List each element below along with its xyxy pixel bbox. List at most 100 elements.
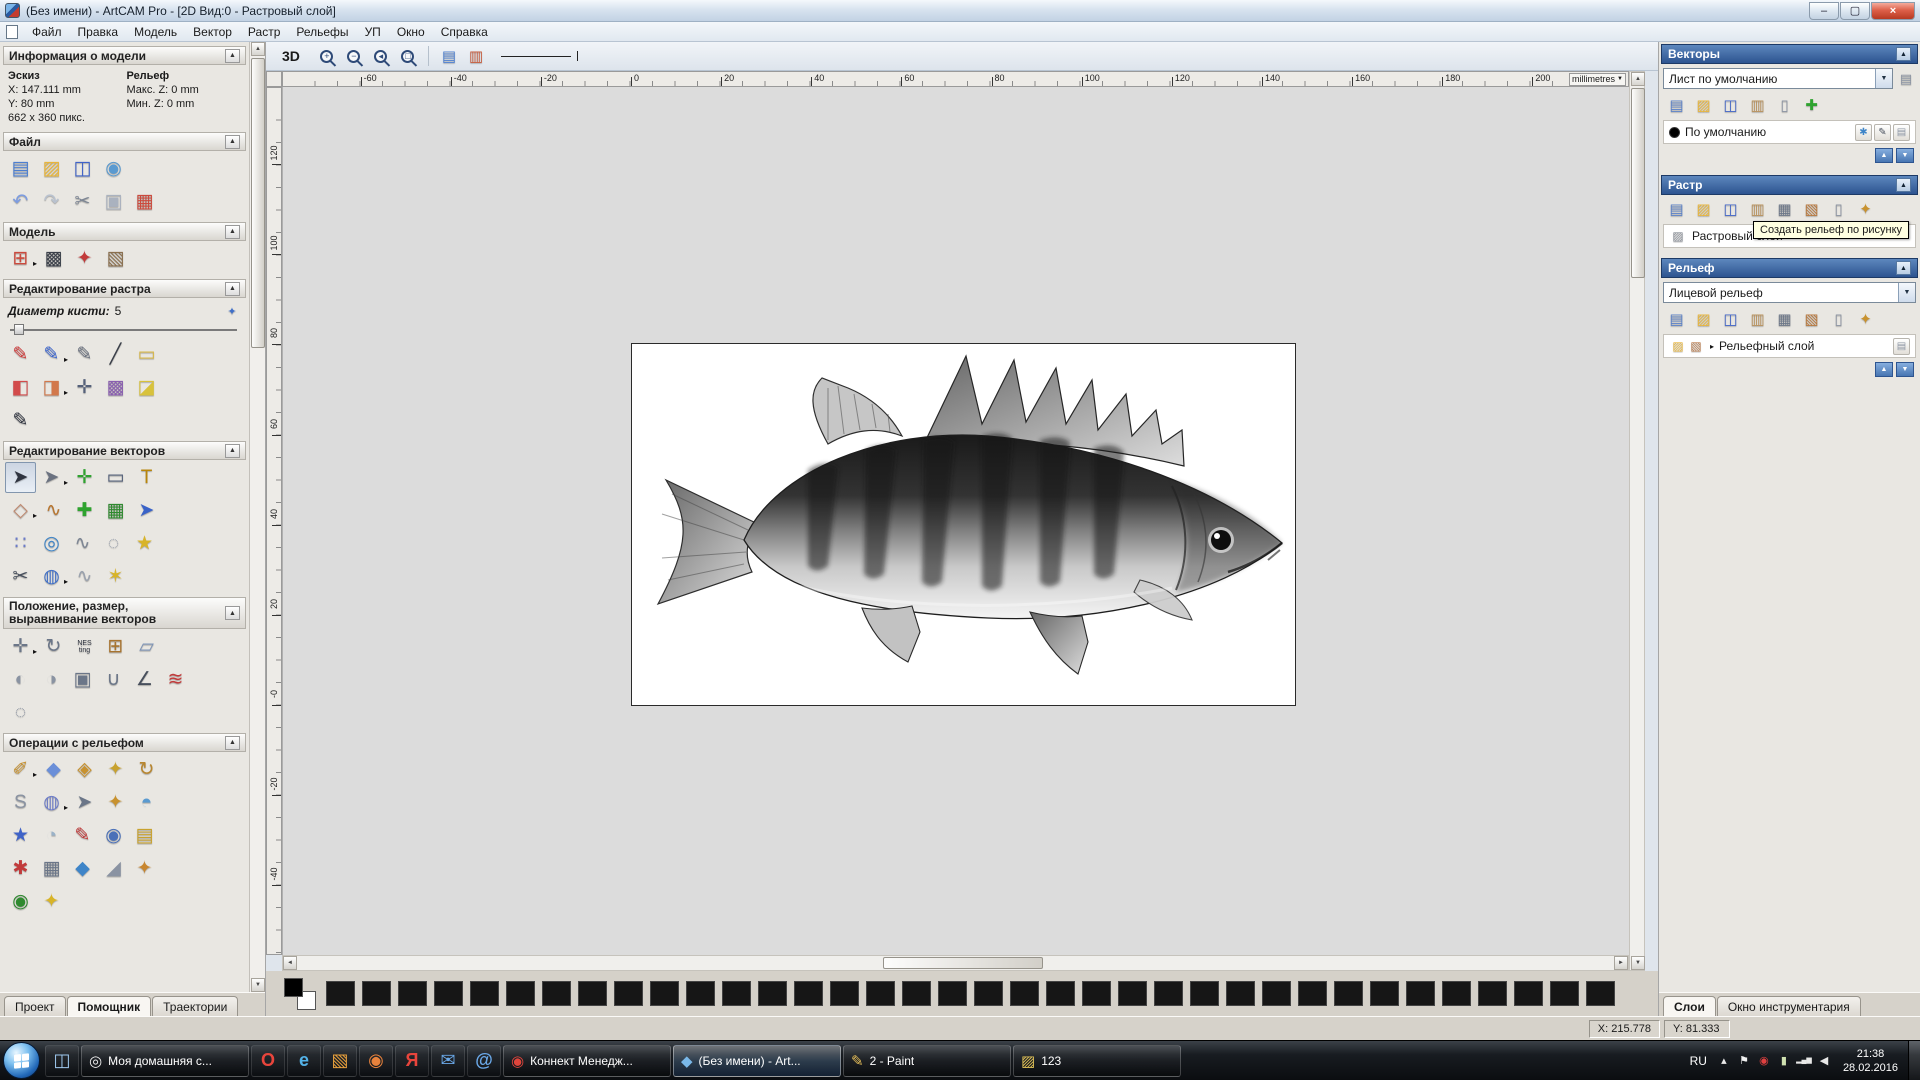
create-dot-pattern-icon[interactable]: ∷: [5, 528, 36, 559]
clock[interactable]: 21:38 28.02.2016: [1833, 1047, 1908, 1075]
document-icon[interactable]: [6, 25, 18, 39]
taskbar-pinned-explorer-icon[interactable]: ◫: [45, 1045, 79, 1077]
task-opera-home[interactable]: ◎Моя домашняя с...: [81, 1045, 249, 1077]
freehand-draw-icon[interactable]: ✎: [5, 405, 36, 436]
palette-swatch-30[interactable]: [1406, 981, 1435, 1006]
erase-icon[interactable]: ▭: [131, 339, 162, 370]
raster-collapse-button[interactable]: ▲: [1896, 178, 1911, 192]
two-rail-sweep-icon[interactable]: ✦: [100, 787, 131, 818]
palette-swatch-5[interactable]: [506, 981, 535, 1006]
model-info-collapse-button[interactable]: ▲: [225, 49, 240, 63]
relief-layer-expand-arrow[interactable]: ▸: [1710, 342, 1714, 351]
texture-relief-icon[interactable]: ◍: [36, 787, 67, 818]
relief-thumbnail-icon[interactable]: ▧: [1687, 337, 1705, 355]
merge-visible-icon[interactable]: ▦: [1771, 196, 1798, 222]
palette-swatch-16[interactable]: [902, 981, 931, 1006]
snap-layer-icon[interactable]: ✱: [1855, 124, 1872, 141]
palette-swatch-24[interactable]: [1190, 981, 1219, 1006]
taskbar-pinned-yandex-icon[interactable]: Я: [395, 1045, 429, 1077]
paint-icon[interactable]: ✎: [5, 339, 36, 370]
save-relief-layer-icon[interactable]: ◫: [1717, 306, 1744, 332]
new-raster-layer-icon[interactable]: ▤: [1663, 196, 1690, 222]
draw-icon[interactable]: ✎: [69, 339, 100, 370]
chevron-down-icon[interactable]: ▼: [1875, 69, 1892, 88]
drawing-canvas[interactable]: [282, 87, 1629, 955]
create-polyline-icon[interactable]: ∿: [38, 495, 69, 526]
palette-swatch-4[interactable]: [470, 981, 499, 1006]
scroll-down-icon[interactable]: ▼: [1631, 956, 1645, 970]
antivirus-icon[interactable]: ◉: [1755, 1052, 1773, 1070]
create-rectangle-icon[interactable]: ▭: [100, 462, 131, 493]
brush-shape-icon[interactable]: ✦: [223, 302, 241, 320]
delete-relief-layer-icon[interactable]: ▯: [1825, 306, 1852, 332]
menu-item-7[interactable]: Окно: [389, 23, 433, 41]
greyscale-preview-icon[interactable]: ▩: [38, 243, 69, 274]
delete-sheet-icon[interactable]: ▯: [1771, 92, 1798, 118]
palette-swatch-20[interactable]: [1046, 981, 1075, 1006]
cut-icon[interactable]: ✂: [67, 186, 98, 217]
zoom-out-icon[interactable]: −: [342, 44, 366, 68]
snap-grid-icon[interactable]: ▤: [437, 44, 461, 68]
relief-collapse-button[interactable]: ▲: [1896, 261, 1911, 275]
zoom-in-icon[interactable]: +: [315, 44, 339, 68]
emboss-wrap-icon[interactable]: ◓: [131, 787, 162, 818]
menu-item-8[interactable]: Справка: [433, 23, 496, 41]
join-vectors-icon[interactable]: ∪: [98, 664, 129, 695]
sheet-options-icon[interactable]: ▤: [1896, 69, 1916, 89]
relief-folder-icon[interactable]: ▨: [1669, 337, 1687, 355]
scroll-left-icon[interactable]: ◄: [283, 956, 297, 970]
undo-icon[interactable]: ↶: [5, 186, 36, 217]
vector-sheet-select[interactable]: Лист по умолчанию ▼: [1663, 68, 1893, 89]
flood-fill-visible-icon[interactable]: ◨: [36, 372, 67, 403]
relief-layer-options-icon[interactable]: ▤: [1893, 338, 1910, 355]
position-collapse-button[interactable]: ▲: [225, 606, 240, 620]
nesting-icon[interactable]: NES ting: [69, 631, 100, 662]
taskbar-pinned-mailru-agent-icon[interactable]: @: [467, 1045, 501, 1077]
magic-wand-icon[interactable]: ★: [129, 528, 160, 559]
vector-doctor-icon[interactable]: ➤: [131, 495, 162, 526]
measure-icon[interactable]: ∠: [129, 664, 160, 695]
units-selector[interactable]: millimetres ▼: [1569, 73, 1626, 86]
create-ellipse-icon[interactable]: ◇: [5, 495, 36, 526]
raster-layer-thumbnail-icon[interactable]: ▨: [1669, 227, 1687, 245]
open-relief-layer-icon[interactable]: ▨: [1690, 306, 1717, 332]
dome-relief-icon[interactable]: ◔: [36, 820, 67, 851]
merge-sheets-icon[interactable]: ▥: [1744, 92, 1771, 118]
merge-relief-layers-icon[interactable]: ▦: [1771, 306, 1798, 332]
relief-select[interactable]: Лицевой рельеф ▼: [1663, 282, 1916, 303]
model-collapse-button[interactable]: ▲: [225, 225, 240, 239]
palette-swatch-23[interactable]: [1154, 981, 1183, 1006]
relief-layer-row[interactable]: ▨▧ ▸ Рельефный слой ▤: [1663, 334, 1916, 358]
scroll-down-icon[interactable]: ▼: [251, 978, 265, 992]
model-notes-icon[interactable]: ◉: [98, 153, 129, 184]
menu-item-6[interactable]: УП: [357, 23, 389, 41]
angled-plane-icon[interactable]: ◢: [98, 853, 129, 884]
load-reference-image-icon[interactable]: ▧: [100, 243, 131, 274]
merge-all-icon[interactable]: ▧: [1798, 196, 1825, 222]
palette-swatch-22[interactable]: [1118, 981, 1147, 1006]
palette-swatch-14[interactable]: [830, 981, 859, 1006]
left-tab-1[interactable]: Помощник: [67, 996, 152, 1016]
palette-swatch-11[interactable]: [722, 981, 751, 1006]
duplicate-raster-layer-icon[interactable]: ▥: [1744, 196, 1771, 222]
view-3d-button[interactable]: 3D: [276, 47, 306, 65]
paint-selective-icon[interactable]: ✎: [36, 339, 67, 370]
palette-swatch-2[interactable]: [398, 981, 427, 1006]
spiral-tool-icon[interactable]: ◌: [5, 697, 36, 728]
new-model-icon[interactable]: ▤: [5, 153, 36, 184]
draw-line-icon[interactable]: ╱: [100, 339, 131, 370]
palette-swatch-7[interactable]: [578, 981, 607, 1006]
create-ellipse-flyout-arrow[interactable]: ▸: [33, 511, 37, 520]
set-model-size-flyout-arrow[interactable]: ▸: [33, 259, 37, 268]
save-model-icon[interactable]: ◫: [67, 153, 98, 184]
select-vectors-icon[interactable]: ➤: [5, 462, 36, 493]
save-vector-sheet-icon[interactable]: ◫: [1717, 92, 1744, 118]
new-relief-layer-icon[interactable]: ▤: [1663, 306, 1690, 332]
palette-swatch-29[interactable]: [1370, 981, 1399, 1006]
scrollbar-thumb[interactable]: [251, 58, 265, 348]
left-tab-2[interactable]: Траектории: [152, 996, 238, 1016]
current-colours[interactable]: [284, 978, 316, 1010]
mesh-relief-icon[interactable]: ▦: [36, 853, 67, 884]
fan-relief-icon[interactable]: ✦: [36, 886, 67, 917]
menu-item-2[interactable]: Модель: [126, 23, 185, 41]
